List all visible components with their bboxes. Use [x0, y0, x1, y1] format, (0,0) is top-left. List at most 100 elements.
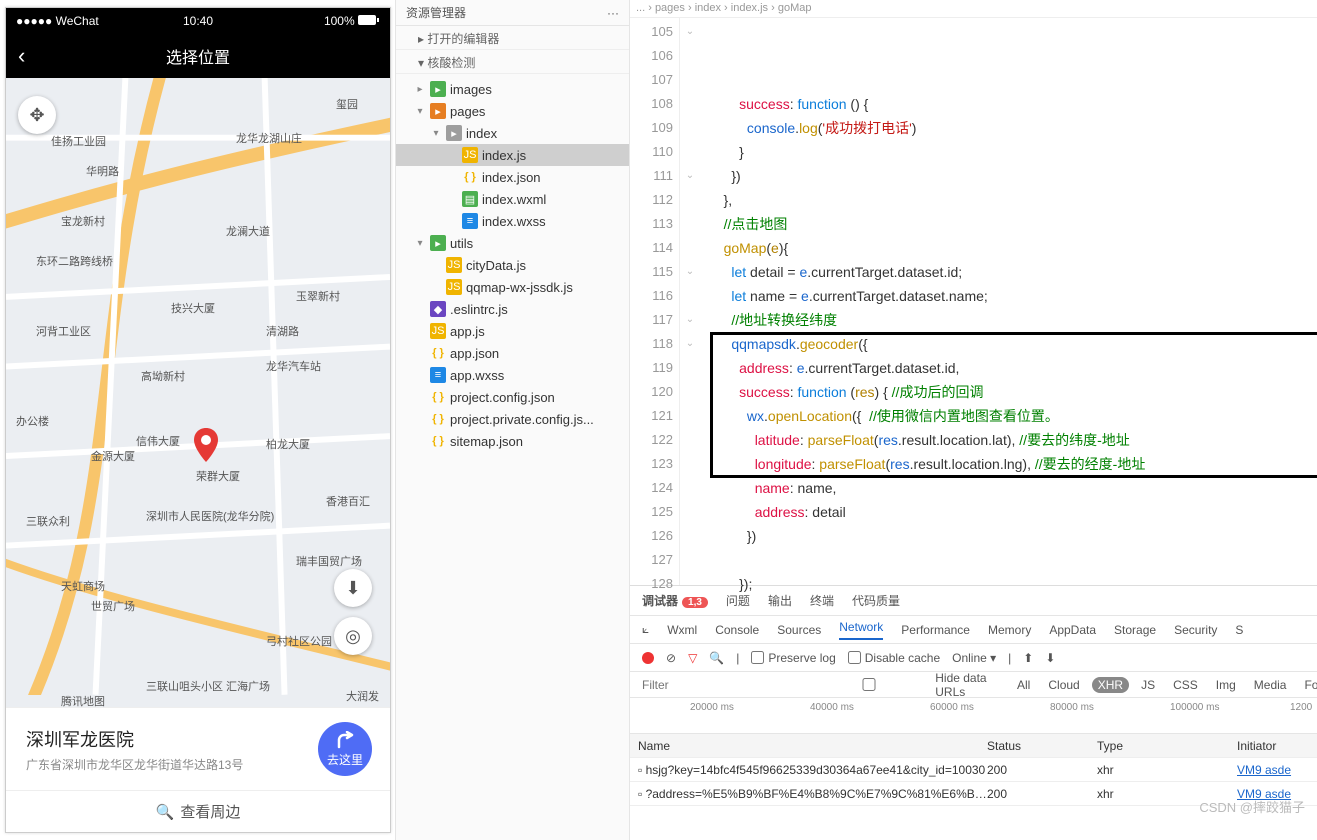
map-label: 河背工业区: [36, 323, 91, 339]
map-label: 佳扬工业园: [51, 133, 106, 149]
map-view[interactable]: 佳扬工业园龙华龙湖山庄玺园宝龙新村华明路龙澜大道东环二路跨线桥技兴大厦玉翠新村高…: [6, 78, 390, 707]
nearby-button[interactable]: 🔍 查看周边: [6, 790, 390, 832]
map-label: 清湖路: [266, 323, 299, 339]
file-label: qqmap-wx-jssdk.js: [466, 280, 573, 295]
col-status[interactable]: Status: [987, 739, 1097, 753]
download-button[interactable]: ⬇: [334, 569, 372, 607]
map-label: 柏龙大厦: [266, 436, 310, 452]
clear-button[interactable]: ⊘: [666, 651, 676, 665]
watermark: CSDN @摔跤猫子: [1199, 797, 1305, 816]
map-label: 龙华龙湖山庄: [236, 130, 302, 146]
file-images[interactable]: ▸▸images: [396, 78, 629, 100]
map-label: 瑞丰国贸广场: [296, 553, 362, 569]
col-initiator[interactable]: Initiator: [1237, 739, 1317, 753]
file-index.wxml[interactable]: ▤index.wxml: [396, 188, 629, 210]
file-pages[interactable]: ▾▸pages: [396, 100, 629, 122]
inspect-icon[interactable]: ⟀: [642, 622, 649, 637]
map-label: 大润发: [346, 688, 379, 704]
map-label: 东环二路跨线桥: [36, 253, 113, 269]
battery-icon: [358, 15, 380, 25]
file-app.wxss[interactable]: ≡app.wxss: [396, 364, 629, 386]
network-timeline[interactable]: 20000 ms40000 ms60000 ms80000 ms100000 m…: [630, 698, 1317, 734]
map-canvas: [6, 78, 390, 695]
filter-all[interactable]: All: [1011, 677, 1036, 693]
signal-dots: ●●●●●: [16, 14, 52, 28]
col-name[interactable]: Name: [630, 739, 987, 753]
code-editor[interactable]: 1051061071081091101111121131141151161171…: [630, 18, 1317, 585]
map-label: 办公楼: [16, 413, 49, 429]
map-label: 龙华汽车站: [266, 358, 321, 374]
filter-input[interactable]: [642, 678, 797, 692]
go-here-button[interactable]: 去这里: [318, 722, 372, 776]
file-index.json[interactable]: { }index.json: [396, 166, 629, 188]
map-label: 技兴大厦: [171, 300, 215, 316]
map-label: 玉翠新村: [296, 288, 340, 304]
file-cityData.js[interactable]: JScityData.js: [396, 254, 629, 276]
filter-font[interactable]: Font: [1298, 677, 1317, 693]
filter-cloud[interactable]: Cloud: [1042, 677, 1085, 693]
map-label: 金源大厦: [91, 448, 135, 464]
file-qqmap-wx-jssdk.js[interactable]: JSqqmap-wx-jssdk.js: [396, 276, 629, 298]
col-type[interactable]: Type: [1097, 739, 1237, 753]
timeline-tick: 1200: [1290, 702, 1312, 713]
js-icon: JS: [446, 257, 462, 273]
devtools-tab-wxml[interactable]: Wxml: [667, 623, 697, 637]
filter-js[interactable]: JS: [1135, 677, 1161, 693]
map-label: 荣群大厦: [196, 468, 240, 484]
file-label: project.config.json: [450, 390, 555, 405]
timeline-tick: 60000 ms: [930, 702, 974, 713]
file-sitemap.json[interactable]: { }sitemap.json: [396, 430, 629, 452]
js-icon: JS: [462, 147, 478, 163]
map-label: 香港百汇: [326, 493, 370, 509]
map-label: 龙澜大道: [226, 223, 270, 239]
file-label: app.json: [450, 346, 499, 361]
filter-xhr[interactable]: XHR: [1092, 677, 1129, 693]
file-project.config.json[interactable]: { }project.config.json: [396, 386, 629, 408]
network-table: NameStatusTypeInitiator ▫ hsjg?key=14bfc…: [630, 734, 1317, 840]
project-root[interactable]: ▾ 核酸检测: [396, 50, 629, 74]
carrier: WeChat: [56, 14, 99, 28]
compass-button[interactable]: ✥: [18, 96, 56, 134]
map-label: 汇海广场: [226, 678, 270, 694]
eslint-icon: ◆: [430, 301, 446, 317]
map-label: 世贸广场: [91, 598, 135, 614]
file-label: sitemap.json: [450, 434, 523, 449]
record-button[interactable]: [642, 652, 654, 664]
file-index.wxss[interactable]: ≡index.wxss: [396, 210, 629, 232]
file-app.json[interactable]: { }app.json: [396, 342, 629, 364]
timeline-tick: 80000 ms: [1050, 702, 1094, 713]
filter-img[interactable]: Img: [1210, 677, 1242, 693]
back-button[interactable]: ‹: [18, 43, 42, 69]
folder-green-icon: ▸: [430, 81, 446, 97]
filter-css[interactable]: CSS: [1167, 677, 1204, 693]
map-label: 三联山咀头小区: [146, 678, 223, 694]
file-utils[interactable]: ▾▸utils: [396, 232, 629, 254]
map-label: 宝龙新村: [61, 213, 105, 229]
file-label: index.wxml: [482, 192, 546, 207]
page-title: 选择位置: [42, 44, 354, 68]
file-label: pages: [450, 104, 485, 119]
breadcrumb[interactable]: ... › pages › index › index.js › goMap: [630, 0, 1317, 18]
timeline-tick: 20000 ms: [690, 702, 734, 713]
search-icon: 🔍: [156, 803, 175, 821]
file-index.js[interactable]: JSindex.js: [396, 144, 629, 166]
filter-toggle[interactable]: ▽: [688, 651, 697, 665]
hide-data-urls-checkbox[interactable]: Hide data URLs: [807, 671, 1001, 699]
status-bar: ●●●●● WeChat 10:40 100%: [6, 8, 390, 34]
location-card: 深圳军龙医院 广东省深圳市龙华区龙华街道华达路13号 去这里: [6, 707, 390, 790]
file-index[interactable]: ▾▸index: [396, 122, 629, 144]
explorer-more-button[interactable]: ···: [607, 6, 619, 20]
file-app.js[interactable]: JSapp.js: [396, 320, 629, 342]
file-label: images: [450, 82, 492, 97]
locate-button[interactable]: ◎: [334, 617, 372, 655]
json-icon: { }: [462, 169, 478, 185]
filter-media[interactable]: Media: [1248, 677, 1293, 693]
file-.eslintrc.js[interactable]: ◆.eslintrc.js: [396, 298, 629, 320]
file-project.private.config.js...[interactable]: { }project.private.config.js...: [396, 408, 629, 430]
network-row[interactable]: ▫ hsjg?key=14bfc4f545f96625339d30364a67e…: [630, 758, 1317, 782]
go-here-label: 去这里: [327, 751, 363, 768]
map-label: 高坳新村: [141, 368, 185, 384]
map-label: 玺园: [336, 96, 358, 112]
file-label: project.private.config.js...: [450, 412, 594, 427]
opened-editors-section[interactable]: ▸ 打开的编辑器: [396, 26, 629, 50]
